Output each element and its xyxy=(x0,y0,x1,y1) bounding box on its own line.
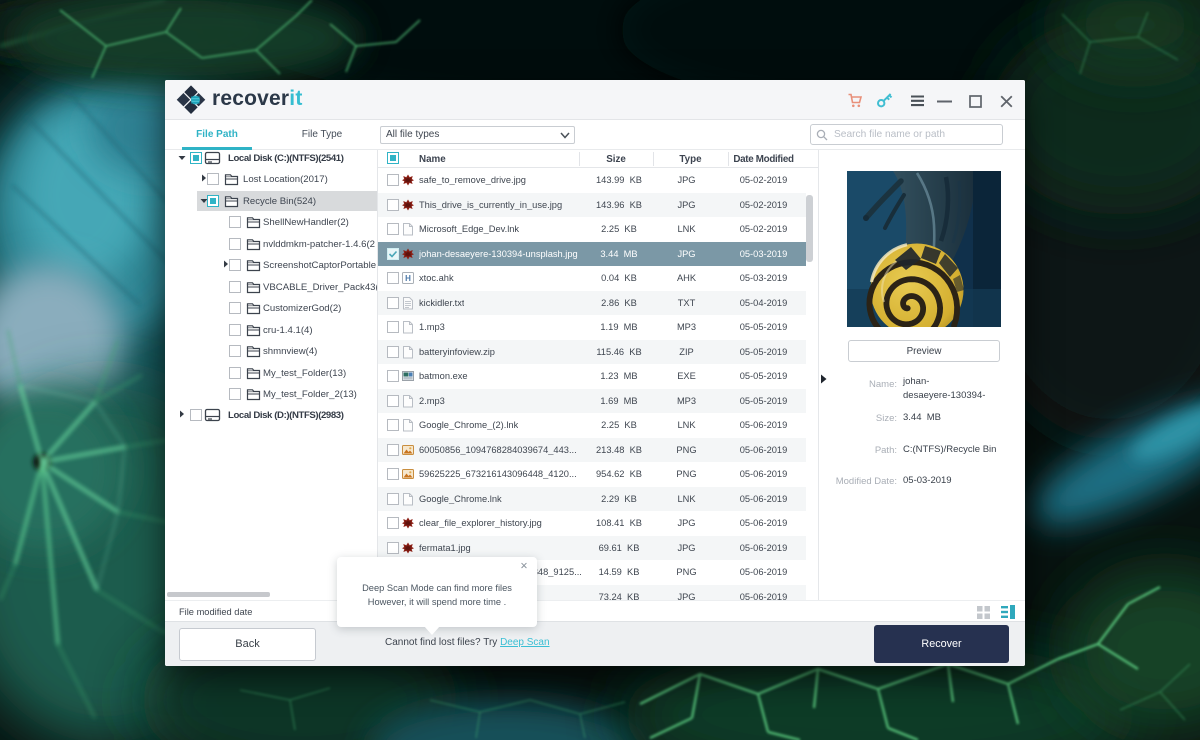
svg-text:H: H xyxy=(405,274,411,283)
